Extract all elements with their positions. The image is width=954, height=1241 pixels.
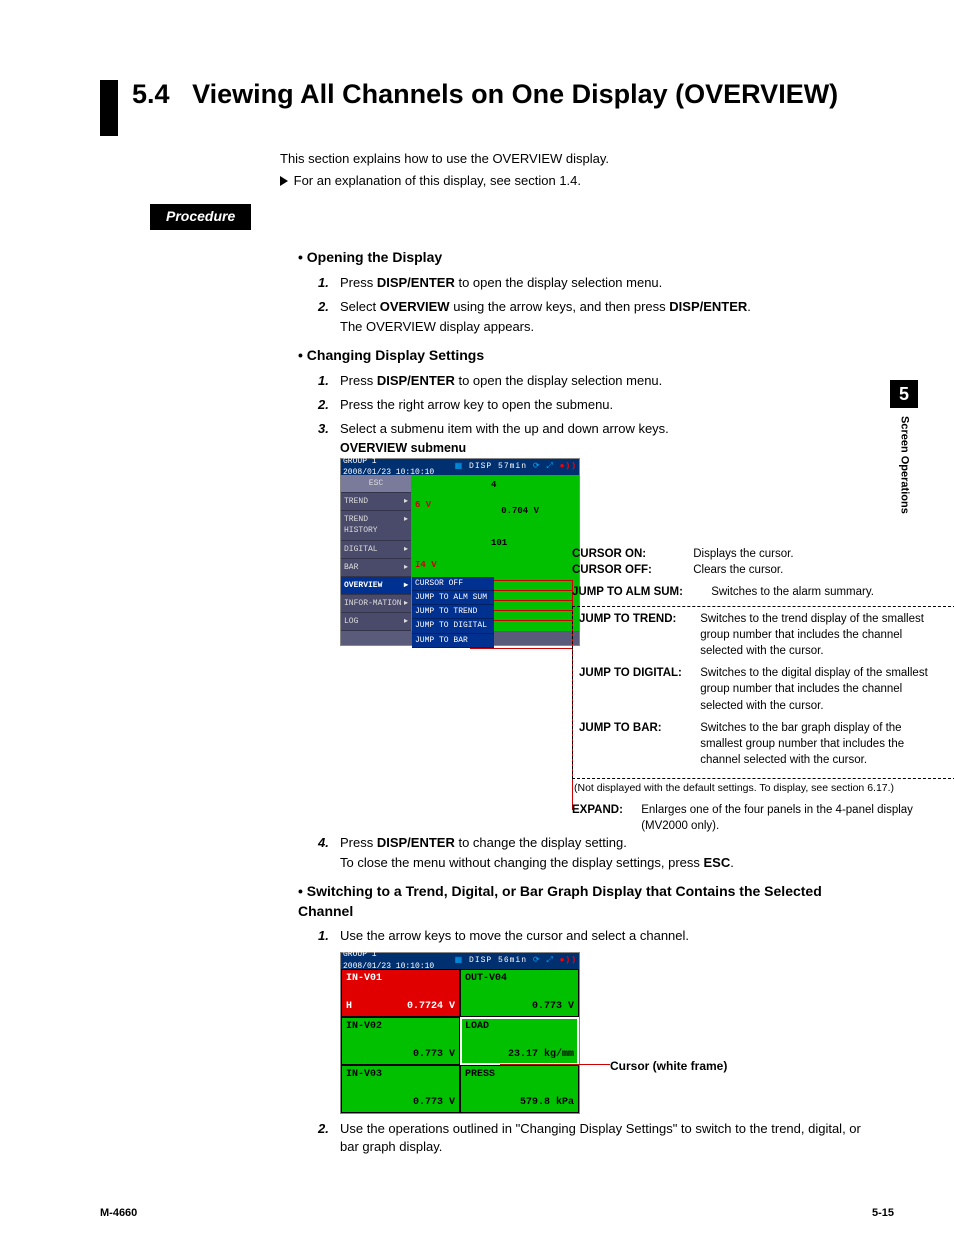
chapter-label: Screen Operations <box>896 416 911 514</box>
submenu-item: JUMP TO DIGITAL <box>412 619 494 633</box>
submenu-item: JUMP TO TREND <box>412 605 494 619</box>
switch-step-1: 1. Use the arrow keys to move the cursor… <box>318 927 864 1113</box>
channel-cell: PRESS579.8 kPa <box>460 1065 579 1113</box>
callout-list: CURSOR ON: Displays the cursor. CURSOR O… <box>572 546 954 840</box>
callout-bar-desc: Switches to the bar graph display of the… <box>700 720 940 768</box>
change-step-2: 2. Press the right arrow key to open the… <box>318 396 864 414</box>
callout-cursor-on-label: CURSOR ON: <box>572 546 690 562</box>
menu-item-selected: OVERVIEW▸ <box>341 577 411 595</box>
callout-alm-label: JUMP TO ALM SUM: <box>572 584 708 600</box>
channel-cell: IN-V01H0.7724 V <box>341 969 460 1017</box>
submenu-item: JUMP TO BAR <box>412 634 494 648</box>
menu-item: LOG▸ <box>341 613 411 631</box>
menu-item: DIGITAL▸ <box>341 541 411 559</box>
menu-item: INFOR-MATION▸ <box>341 595 411 613</box>
cursor-callout: Cursor (white frame) <box>610 1058 727 1075</box>
callout-digital-desc: Switches to the digital display of the s… <box>700 665 940 713</box>
change-step-3: 3. Select a submenu item with the up and… <box>318 420 864 828</box>
screenshot1-header: GROUP 12008/01/23 10:10:10 ▦ DISP 57min … <box>341 459 579 475</box>
procedure-label: Procedure <box>150 204 251 230</box>
change-step-4: 4. Press DISP/ENTER to change the displa… <box>318 834 864 872</box>
cursor-connector-line <box>500 1064 610 1065</box>
subhead-switching: Switching to a Trend, Digital, or Bar Gr… <box>298 882 864 921</box>
submenu-item: JUMP TO ALM SUM <box>412 591 494 605</box>
callout-digital-label: JUMP TO DIGITAL: <box>579 665 697 681</box>
menu-item: TREND HISTORY▸ <box>341 511 411 540</box>
callout-expand-label: EXPAND: <box>572 802 638 818</box>
channel-cell: IN-V020.773 V <box>341 1017 460 1065</box>
screenshot2-header: GROUP 12008/01/23 10:10:10 ▦ DISP 56min … <box>341 953 579 969</box>
intro-crossref: For an explanation of this display, see … <box>280 172 894 190</box>
change-step-4-note: To close the menu without changing the d… <box>340 854 864 872</box>
channel-cell: IN-V030.773 V <box>341 1065 460 1113</box>
open-step-2-note: The OVERVIEW display appears. <box>340 318 864 336</box>
menu-item: TREND▸ <box>341 493 411 511</box>
change-step-1: 1. Press DISP/ENTER to open the display … <box>318 372 864 390</box>
screenshot1-main-menu: ESC TREND▸ TREND HISTORY▸ DIGITAL▸ BAR▸ … <box>341 475 411 645</box>
subhead-opening: Opening the Display <box>298 248 864 268</box>
callout-cursor-off-label: CURSOR OFF: <box>572 562 690 578</box>
callout-cursor-on-desc: Displays the cursor. <box>693 546 933 562</box>
heading-bar-icon <box>100 80 118 136</box>
section-title: Viewing All Channels on One Display (OVE… <box>192 79 838 109</box>
intro-text: This section explains how to use the OVE… <box>280 150 894 168</box>
menu-item: BAR▸ <box>341 559 411 577</box>
channel-cell: LOAD23.17 kg/mm <box>460 1017 579 1065</box>
switch-step-2: 2. Use the operations outlined in "Chang… <box>318 1120 864 1156</box>
menu-item: ESC <box>341 475 411 493</box>
screenshot-overview-submenu: GROUP 12008/01/23 10:10:10 ▦ DISP 57min … <box>340 458 580 646</box>
callout-cursor-off-desc: Clears the cursor. <box>693 562 933 578</box>
channel-cell: OUT-V040.773 V <box>460 969 579 1017</box>
screenshot-overview-channels: GROUP 12008/01/23 10:10:10 ▦ DISP 56min … <box>340 952 580 1114</box>
open-step-2: 2. Select OVERVIEW using the arrow keys,… <box>318 298 864 336</box>
callout-bar-label: JUMP TO BAR: <box>579 720 697 736</box>
triangle-right-icon <box>280 176 288 186</box>
footer-right: 5-15 <box>872 1206 894 1221</box>
callout-trend-label: JUMP TO TREND: <box>579 611 697 627</box>
section-heading: 5.4 Viewing All Channels on One Display … <box>100 80 894 136</box>
callout-trend-desc: Switches to the trend display of the sma… <box>700 611 940 659</box>
chapter-number: 5 <box>890 380 918 408</box>
submenu-item: CURSOR OFF <box>412 577 494 591</box>
footer-left: M-4660 <box>100 1206 137 1221</box>
open-step-1: 1. Press DISP/ENTER to open the display … <box>318 274 864 292</box>
screenshot1-submenu: CURSOR OFF JUMP TO ALM SUM JUMP TO TREND… <box>412 577 494 648</box>
callout-dashed-note: (Not displayed with the default settings… <box>572 781 954 796</box>
callout-expand-desc: Enlarges one of the four panels in the 4… <box>641 802 941 834</box>
callout-alm-desc: Switches to the alarm summary. <box>711 584 951 600</box>
side-tab: 5 Screen Operations <box>890 380 920 500</box>
subhead-changing: Changing Display Settings <box>298 346 864 366</box>
section-number: 5.4 <box>132 79 170 109</box>
